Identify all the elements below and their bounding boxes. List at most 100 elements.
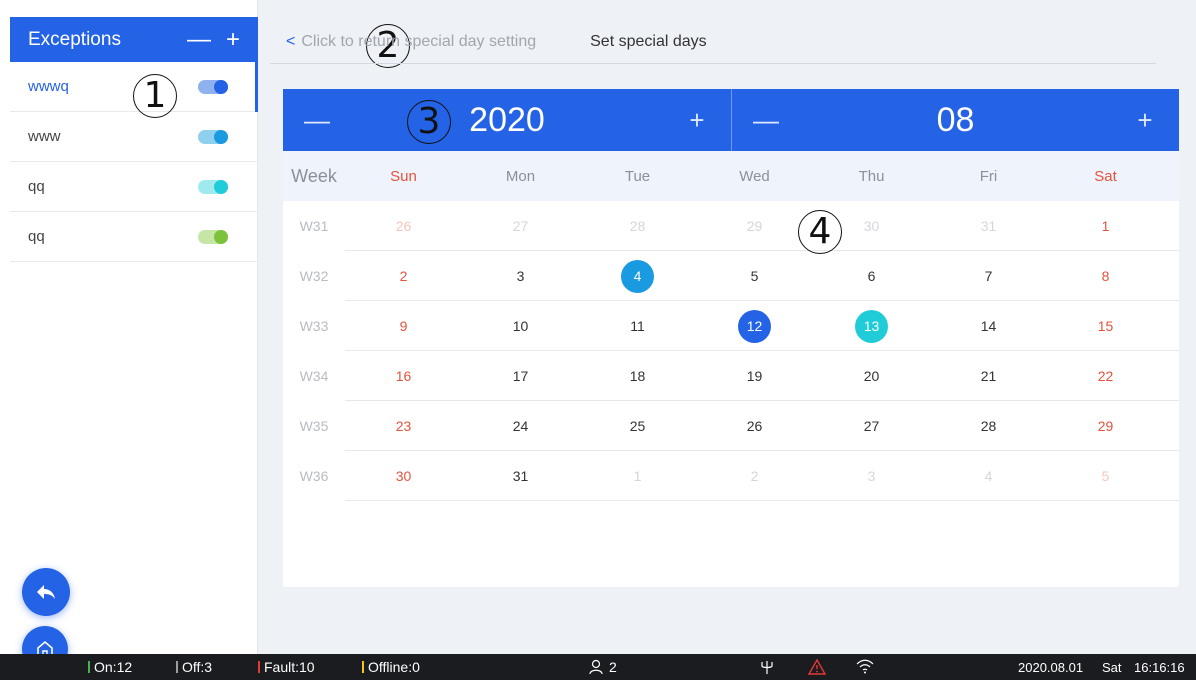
- week-number: W31: [299, 218, 329, 234]
- on-label: On:12: [94, 659, 133, 675]
- weekday-header: Tue: [624, 167, 651, 185]
- month-value: 08: [936, 100, 975, 139]
- page-title: Set special days: [590, 32, 707, 50]
- return-link[interactable]: < Click to return special day setting: [286, 33, 536, 51]
- user-count: 2: [588, 654, 617, 680]
- exception-item[interactable]: qq: [10, 162, 258, 212]
- calendar-grid: W31 26 27 28 29 30 31 1 W32 2 3 4 5 6 7 8 W33 9 10 11 12 13 14…: [283, 201, 1179, 501]
- calendar-date-cell[interactable]: 19: [696, 351, 813, 401]
- calendar-date-cell[interactable]: 11: [579, 301, 696, 351]
- calendar-date-cell[interactable]: 27: [813, 401, 930, 451]
- calendar-date-cell[interactable]: 6: [813, 251, 930, 301]
- week-number: W36: [299, 468, 329, 484]
- year-value: 2020: [469, 100, 545, 139]
- exception-toggle[interactable]: [198, 129, 228, 144]
- calendar-week-row: W31 26 27 28 29 30 31 1: [283, 201, 1179, 251]
- calendar-date-cell[interactable]: 2: [345, 251, 462, 301]
- exception-name: qq: [28, 178, 45, 195]
- exceptions-title: Exceptions: [28, 28, 121, 50]
- exception-toggle[interactable]: [198, 229, 228, 244]
- fault-count: Fault:10: [258, 654, 315, 680]
- exception-toggle[interactable]: [198, 179, 228, 194]
- calendar-date-cell[interactable]: 28: [579, 201, 696, 251]
- calendar-date-cell[interactable]: 12: [696, 301, 813, 351]
- toggle-knob: [214, 129, 228, 144]
- callout-3: 3: [407, 100, 451, 144]
- year-decrement-button[interactable]: —: [283, 89, 351, 151]
- calendar-date-cell[interactable]: 26: [696, 401, 813, 451]
- off-label: Off:3: [182, 659, 213, 675]
- calendar-date-cell[interactable]: 1: [1047, 201, 1164, 251]
- week-column-header: Week: [291, 165, 337, 186]
- calendar-date-cell[interactable]: 26: [345, 201, 462, 251]
- week-number: W33: [299, 318, 329, 334]
- exception-item[interactable]: qq: [10, 212, 258, 262]
- calendar-date-cell[interactable]: 8: [1047, 251, 1164, 301]
- calendar-date-cell[interactable]: 27: [462, 201, 579, 251]
- week-number: W34: [299, 368, 329, 384]
- calendar-date-cell[interactable]: 14: [930, 301, 1047, 351]
- calendar-date-cell[interactable]: 29: [1047, 401, 1164, 451]
- calendar-date-cell[interactable]: 7: [930, 251, 1047, 301]
- calendar-date-cell[interactable]: 3: [813, 451, 930, 501]
- calendar-date-cell[interactable]: 29: [696, 201, 813, 251]
- exceptions-sidebar: Exceptions — + wwwq www qq qq: [0, 0, 258, 654]
- calendar-week-row: W32 2 3 4 5 6 7 8: [283, 251, 1179, 301]
- calendar-week-row: W33 9 10 11 12 13 14 15: [283, 301, 1179, 351]
- callout-1: 1: [133, 74, 177, 118]
- weekday-header: Sun: [390, 167, 417, 185]
- calendar-date-cell[interactable]: 25: [579, 401, 696, 451]
- calendar-week-row: W35 23 24 25 26 27 28 29: [283, 401, 1179, 451]
- weekday-header-row: Week Sun Mon Tue Wed Thu Fri Sat: [283, 151, 1179, 201]
- calendar-date-cell[interactable]: 5: [1047, 451, 1164, 501]
- selected-date: 12: [738, 309, 771, 343]
- calendar-date-cell[interactable]: 17: [462, 351, 579, 401]
- month-increment-button[interactable]: +: [1111, 89, 1179, 151]
- warning-icon[interactable]: [808, 654, 826, 680]
- calendar-date-cell[interactable]: 20: [813, 351, 930, 401]
- remove-exception-button[interactable]: —: [182, 17, 216, 62]
- calendar-date-cell[interactable]: 30: [345, 451, 462, 501]
- status-weekday: Sat: [1102, 659, 1122, 675]
- calendar-date-cell[interactable]: 9: [345, 301, 462, 351]
- offline-label: Offline:0: [368, 659, 420, 675]
- calendar-date-cell[interactable]: 3: [462, 251, 579, 301]
- calendar-date-cell[interactable]: 21: [930, 351, 1047, 401]
- calendar-date-cell[interactable]: 16: [345, 351, 462, 401]
- wifi-icon: [856, 654, 874, 680]
- calendar-week-row: W34 16 17 18 19 20 21 22: [283, 351, 1179, 401]
- offline-indicator: [362, 661, 364, 673]
- calendar-date-cell[interactable]: 4: [579, 251, 696, 301]
- calendar-date-cell[interactable]: 10: [462, 301, 579, 351]
- calendar-date-cell[interactable]: 4: [930, 451, 1047, 501]
- user-count-value: 2: [609, 659, 617, 675]
- calendar-date-cell[interactable]: 22: [1047, 351, 1164, 401]
- calendar-date-cell[interactable]: 28: [930, 401, 1047, 451]
- calendar-date-cell[interactable]: 23: [345, 401, 462, 451]
- exception-item[interactable]: www: [10, 112, 258, 162]
- toggle-knob: [214, 179, 228, 194]
- weekday-header: Wed: [739, 167, 770, 185]
- calendar-date-cell[interactable]: 24: [462, 401, 579, 451]
- add-exception-button[interactable]: +: [216, 17, 250, 62]
- calendar-date-cell[interactable]: 2: [696, 451, 813, 501]
- calendar-date-cell[interactable]: 1: [579, 451, 696, 501]
- calendar-date-cell[interactable]: 31: [462, 451, 579, 501]
- month-decrement-button[interactable]: —: [732, 89, 800, 151]
- off-indicator: [176, 661, 178, 673]
- calendar-date-cell[interactable]: 5: [696, 251, 813, 301]
- year-increment-button[interactable]: +: [663, 89, 731, 151]
- calendar-date-cell[interactable]: 13: [813, 301, 930, 351]
- antenna-icon: [760, 654, 774, 680]
- calendar-date-cell[interactable]: 18: [579, 351, 696, 401]
- offline-count: Offline:0: [362, 654, 420, 680]
- back-button[interactable]: [22, 568, 70, 616]
- back-arrow-icon: [37, 585, 55, 599]
- exception-name: qq: [28, 228, 45, 245]
- exception-toggle[interactable]: [198, 79, 228, 94]
- calendar-date-cell[interactable]: 31: [930, 201, 1047, 251]
- on-indicator: [88, 661, 90, 673]
- selected-date: 4: [621, 259, 654, 293]
- calendar-week-row: W36 30 31 1 2 3 4 5: [283, 451, 1179, 501]
- calendar-date-cell[interactable]: 15: [1047, 301, 1164, 351]
